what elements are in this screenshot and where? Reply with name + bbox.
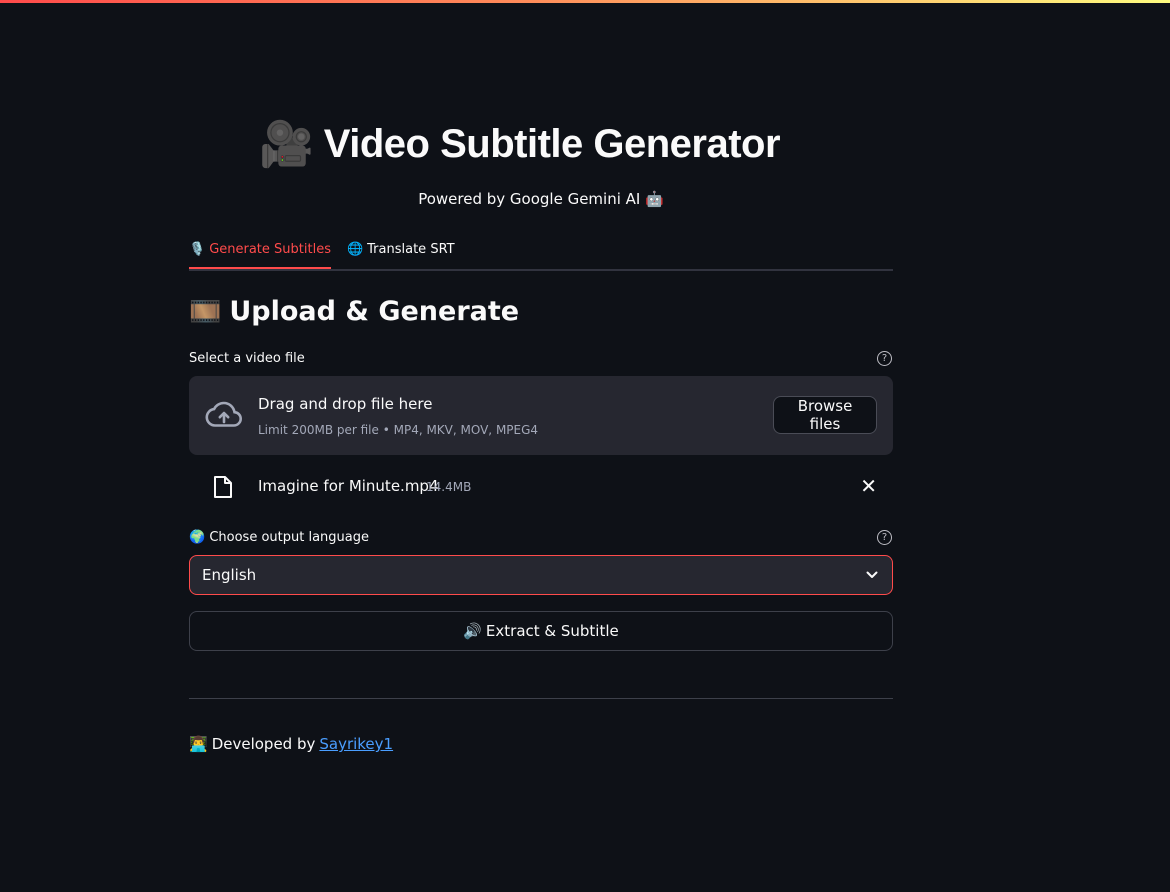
tab-label: Generate Subtitles (209, 242, 331, 257)
remove-file-icon[interactable]: ✕ (860, 476, 877, 496)
tab-generate-subtitles[interactable]: 🎙️ Generate Subtitles (189, 232, 331, 269)
film-frames-icon: 🎞️ (189, 296, 222, 327)
language-label-row: 🌍 Choose output language ? (189, 530, 893, 545)
developer-link[interactable]: Sayrikey1 (319, 735, 393, 753)
extract-button-label: Extract & Subtitle (485, 622, 619, 640)
language-selected-value: English (202, 566, 257, 584)
section-heading: 🎞️ Upload & Generate (189, 296, 519, 327)
browse-files-button[interactable]: Browse files (773, 396, 877, 434)
file-name: Imagine for Minute.mp4 (258, 477, 439, 495)
help-icon[interactable]: ? (877, 351, 892, 366)
file-dropzone[interactable]: Drag and drop file here Limit 200MB per … (189, 376, 893, 455)
technologist-icon: 👨‍💻 (189, 735, 208, 753)
uploader-label: Select a video file (189, 351, 305, 366)
cloud-upload-icon (205, 401, 243, 427)
chevron-down-icon (866, 571, 878, 578)
page-title-text: Video Subtitle Generator (323, 121, 781, 166)
globe-icon: 🌐 (346, 242, 364, 257)
microphone-icon: 🎙️ (189, 242, 206, 257)
footer-text: Developed by (211, 735, 316, 753)
language-select[interactable]: English (189, 555, 893, 595)
file-size: 14.4MB (426, 480, 472, 494)
dropzone-limit-text: Limit 200MB per file • MP4, MKV, MOV, MP… (258, 423, 539, 437)
page-title: 🎥 Video Subtitle Generator (259, 118, 819, 170)
footer: 👨‍💻 Developed by Sayrikey1 (189, 735, 393, 753)
tab-bar: 🎙️ Generate Subtitles 🌐 Translate SRT (189, 232, 893, 271)
section-heading-text: Upload & Generate (229, 296, 520, 327)
video-camera-icon: 🎥 (259, 119, 314, 170)
help-icon[interactable]: ? (877, 530, 892, 545)
language-label: 🌍 Choose output language (189, 530, 369, 545)
tab-label: Translate SRT (367, 242, 455, 257)
top-decoration-bar (0, 0, 1170, 3)
uploader-label-row: Select a video file ? (189, 351, 893, 366)
tab-translate-srt[interactable]: 🌐 Translate SRT (347, 232, 455, 267)
dropzone-instruction: Drag and drop file here (258, 395, 433, 413)
divider (189, 698, 893, 699)
page-subtitle: Powered by Google Gemini AI 🤖 (418, 190, 664, 208)
file-icon (214, 476, 232, 498)
uploaded-file-row: Imagine for Minute.mp4 14.4MB ✕ (189, 470, 893, 504)
extract-subtitle-button[interactable]: 🔊 Extract & Subtitle (189, 611, 893, 651)
speaker-icon: 🔊 (463, 622, 482, 640)
